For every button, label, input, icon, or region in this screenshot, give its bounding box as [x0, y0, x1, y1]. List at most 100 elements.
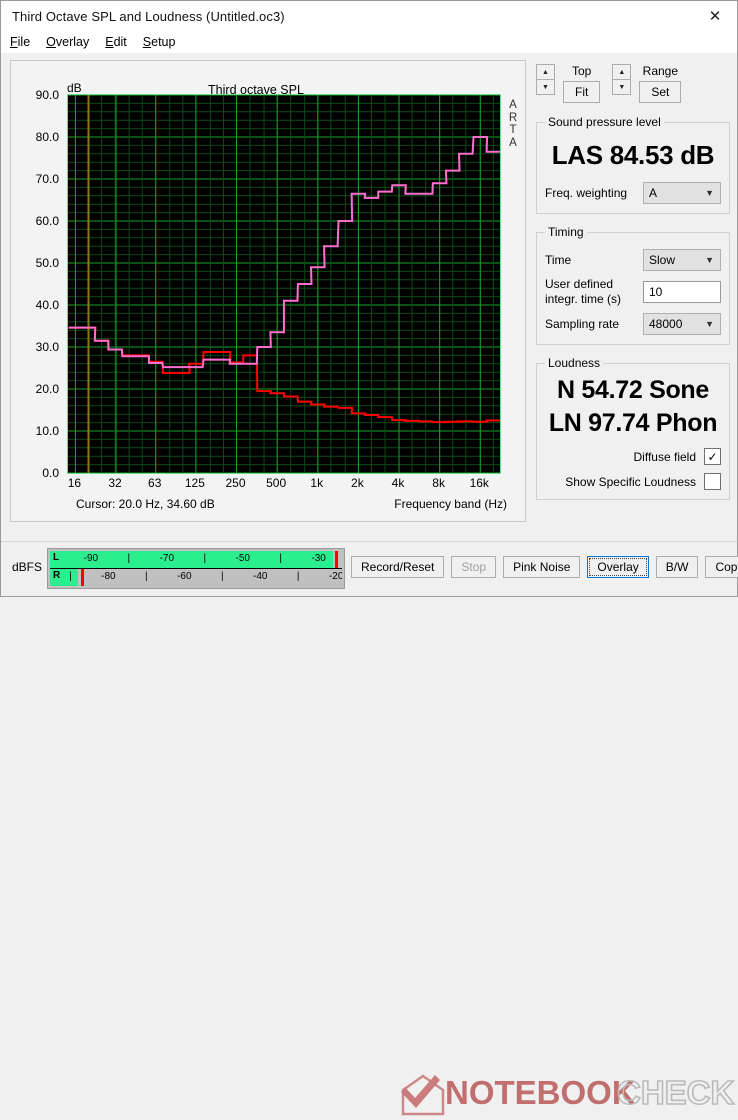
sampling-rate-select[interactable]: 441004800096000 [643, 313, 721, 335]
x-tick-label: 8k [432, 476, 445, 490]
menu-item-setup[interactable]: Setup [143, 35, 176, 49]
meter-tick-label: | [145, 571, 148, 582]
close-icon[interactable]: ✕ [693, 1, 737, 31]
caret-up-icon[interactable]: ▲ [612, 64, 632, 80]
integration-time-row: User defined integr. time (s) [545, 277, 721, 307]
bottom-bar: dBFS L -90|-70|-50|-30|-10dB R |-80|-60|… [1, 541, 738, 1116]
y-tick-label: 50.0 [35, 256, 59, 270]
y-tick-label: 10.0 [35, 424, 59, 438]
menu-setup-rest: etup [151, 35, 176, 49]
meter-tick-label: | [279, 553, 282, 564]
menu-item-file[interactable]: File [10, 35, 30, 49]
pink-noise-button[interactable]: Pink Noise [503, 556, 581, 578]
top-control-group: ▲ ▼ Top Fit [536, 64, 601, 103]
menu-item-edit[interactable]: Edit [105, 35, 127, 49]
range-spinner: ▲ ▼ [612, 64, 632, 103]
loudness-legend: Loudness [548, 356, 601, 370]
timing-group: Timing Time FastSlowImpulseUser ▼ User d… [536, 225, 730, 345]
cursor-readout: Cursor: 20.0 Hz, 34.60 dB [76, 497, 215, 511]
y-tick-label: 20.0 [35, 382, 59, 396]
content-area: dB Third octave SPL 0.0 10.0 20.0 30.0 40.0 5… [1, 53, 738, 1116]
show-specific-loudness-row[interactable]: Show Specific Loudness [545, 473, 721, 490]
x-axis-title: Frequency band (Hz) [394, 497, 507, 511]
time-combo-wrap: FastSlowImpulseUser ▼ [643, 249, 721, 271]
x-tick-label: 250 [225, 476, 246, 490]
spl-readout: LAS 84.53 dB [551, 140, 715, 170]
x-axis-labels: 16 32 63 125 250 500 1k 2k 4k 8k 16k [67, 476, 501, 492]
diffuse-field-checkbox[interactable]: ✓ [704, 448, 721, 465]
record-reset-button[interactable]: Record/Reset [351, 556, 445, 578]
y-tick-label: 40.0 [35, 298, 59, 312]
x-tick-label: 125 [184, 476, 205, 490]
meter-tick-label: -60 [177, 571, 192, 582]
caret-up-icon[interactable]: ▲ [536, 64, 555, 80]
freq-weighting-label: Freq. weighting [545, 185, 628, 200]
diffuse-field-label: Diffuse field [633, 449, 696, 464]
level-meter-right: R |-80|-60|-40|-20|dB [50, 568, 342, 586]
meter-tick-label: -80 [101, 571, 116, 582]
meter-tick-label: -40 [253, 571, 268, 582]
freq-weighting-select[interactable]: ABCZ [643, 182, 721, 204]
meter-right-peak [80, 569, 84, 586]
spl-legend: Sound pressure level [548, 115, 661, 129]
integration-time-label: User defined integr. time (s) [545, 277, 621, 307]
menu-overlay-rest: verlay [55, 35, 90, 49]
x-tick-label: 2k [351, 476, 364, 490]
time-row: Time FastSlowImpulseUser ▼ [545, 249, 721, 271]
arta-a1: A [509, 99, 517, 111]
arta-t: T [509, 124, 517, 136]
freq-weighting-row: Freq. weighting ABCZ ▼ [545, 182, 721, 204]
menu-bar: File Overlay Edit Setup [1, 31, 737, 53]
copy-button[interactable]: Copy [705, 556, 738, 578]
show-specific-loudness-checkbox[interactable] [704, 473, 721, 490]
x-tick-label: 32 [108, 476, 122, 490]
sampling-rate-row: Sampling rate 441004800096000 ▼ [545, 313, 721, 335]
integration-time-label-line2: integr. time (s) [545, 292, 622, 306]
time-label: Time [545, 252, 572, 267]
svg-text:NOTEBOOK: NOTEBOOK [445, 1074, 636, 1111]
menu-file-mnemonic: F [10, 35, 18, 49]
menu-file-rest: ile [17, 35, 31, 49]
range-label-group: Range Set [639, 64, 682, 103]
y-tick-label: 30.0 [35, 340, 59, 354]
svg-text:CHECK: CHECK [617, 1074, 735, 1111]
y-tick-label: 0.0 [42, 466, 59, 480]
loudness-group: Loudness N 54.72 Sone LN 97.74 Phon Diff… [536, 356, 730, 500]
menu-item-overlay[interactable]: Overlay [46, 35, 89, 49]
range-control-group: ▲ ▼ Range Set [612, 64, 682, 103]
time-select[interactable]: FastSlowImpulseUser [643, 249, 721, 271]
menu-edit-mnemonic: E [105, 35, 114, 49]
top-label-group: Top Fit [563, 64, 601, 103]
b-w-button[interactable]: B/W [655, 556, 699, 578]
top-label: Top [571, 64, 592, 78]
window-title: Third Octave SPL and Loudness (Untitled.… [12, 8, 285, 24]
caret-down-icon[interactable]: ▼ [536, 79, 555, 95]
set-button[interactable]: Set [639, 81, 682, 103]
level-meters: L -90|-70|-50|-30|-10dB R |-80|-60|-40|-… [47, 548, 345, 589]
sampling-rate-label: Sampling rate [545, 316, 620, 331]
x-tick-label: 16k [469, 476, 489, 490]
y-tick-label: 90.0 [35, 88, 59, 102]
dbfs-label: dBFS [12, 560, 43, 574]
menu-edit-rest: dit [113, 35, 127, 49]
spl-plot[interactable] [67, 94, 501, 474]
transport-button-row: Record/Reset Stop Pink Noise Overlay B/W Copy [351, 556, 738, 578]
chart-panel: dB Third octave SPL 0.0 10.0 20.0 30.0 40.0 5… [10, 60, 526, 522]
right-panel: ▲ ▼ Top Fit ▲ ▼ Range Set Sound pressure… [536, 60, 730, 577]
caret-down-icon[interactable]: ▼ [612, 79, 632, 95]
plot-svg [68, 95, 500, 473]
x-tick-label: 63 [148, 476, 162, 490]
sound-pressure-level-group: Sound pressure level LAS 84.53 dB Freq. … [536, 115, 730, 214]
overlay-button[interactable]: Overlay [587, 556, 649, 578]
meter-left-peak [334, 551, 338, 568]
diffuse-field-row[interactable]: Diffuse field ✓ [545, 448, 721, 465]
meter-right-channel: R [53, 570, 61, 581]
meter-tick-label: -30 [311, 553, 326, 564]
meter-tick-label: | [127, 553, 131, 564]
integration-time-input[interactable] [643, 281, 721, 303]
top-spinner: ▲ ▼ [536, 64, 555, 103]
fit-button[interactable]: Fit [563, 81, 601, 103]
x-tick-label: 500 [266, 476, 287, 490]
range-label: Range [642, 64, 679, 78]
integration-time-label-line1: User defined [545, 277, 614, 291]
